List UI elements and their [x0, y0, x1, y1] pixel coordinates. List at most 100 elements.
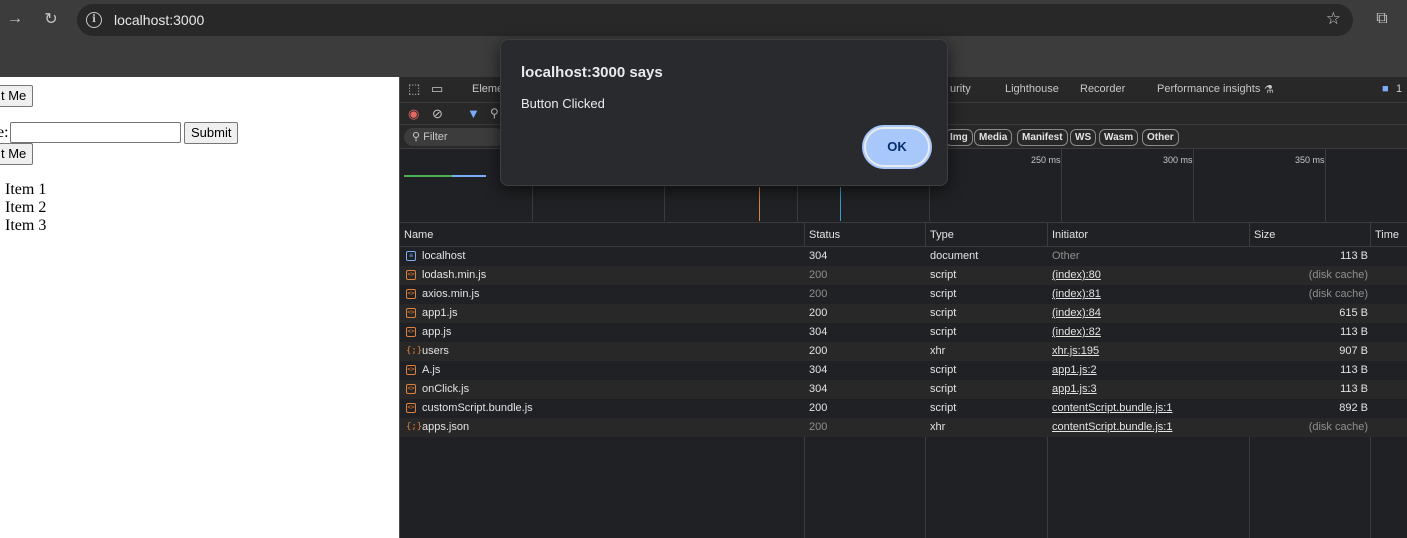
- request-initiator[interactable]: (index):80: [1052, 269, 1101, 281]
- request-initiator[interactable]: contentScript.bundle.js:1: [1052, 421, 1172, 433]
- request-initiator[interactable]: (index):81: [1052, 288, 1101, 300]
- table-row[interactable]: <> lodash.min.js 200 script (index):80 (disk …: [400, 266, 1407, 285]
- flask-icon: ⚗: [1264, 84, 1274, 96]
- url-text[interactable]: localhost:3000: [114, 12, 204, 28]
- request-name[interactable]: apps.json: [422, 421, 469, 433]
- request-name[interactable]: lodash.min.js: [422, 269, 486, 281]
- request-size: (disk cache): [1308, 269, 1368, 281]
- xhr-icon: {;}: [406, 346, 423, 356]
- col-name[interactable]: Name: [404, 229, 433, 241]
- chip-wasm[interactable]: Wasm: [1099, 129, 1139, 146]
- forward-icon[interactable]: →: [4, 8, 26, 30]
- request-name[interactable]: customScript.bundle.js: [422, 402, 533, 414]
- browser-toolbar: → ↻ i localhost:3000 ☆ ⧉: [0, 0, 1407, 40]
- request-type: xhr: [930, 421, 946, 433]
- site-info-icon[interactable]: i: [86, 12, 102, 28]
- address-bar[interactable]: i localhost:3000 ☆: [77, 4, 1353, 36]
- extensions-icon[interactable]: ⧉: [1371, 8, 1393, 30]
- click-me-button-bottom[interactable]: t Me: [0, 143, 34, 165]
- request-name[interactable]: axios.min.js: [422, 288, 479, 300]
- request-size: (disk cache): [1308, 288, 1368, 300]
- click-me-button-top[interactable]: t Me: [0, 85, 34, 107]
- record-icon[interactable]: ◉: [408, 106, 419, 122]
- tab-elements[interactable]: Eleme: [472, 83, 503, 95]
- inspect-icon[interactable]: ⬚: [408, 81, 420, 97]
- request-status: 304: [809, 326, 828, 338]
- page-viewport: t Me e: Submit t Me Item 1 Item 2 Item 3: [0, 77, 399, 538]
- table-row[interactable]: <> app1.js 200 script (index):84 615 B: [400, 304, 1407, 323]
- device-toggle-icon[interactable]: ▭: [431, 81, 443, 97]
- request-initiator[interactable]: (index):84: [1052, 307, 1101, 319]
- issues-icon[interactable]: ■: [1382, 83, 1389, 95]
- table-row[interactable]: <> onClick.js 304 script app1.js:3 113 B: [400, 380, 1407, 399]
- reload-icon[interactable]: ↻: [40, 8, 62, 30]
- bookmark-star-icon[interactable]: ☆: [1326, 9, 1341, 29]
- grid-line: [1193, 149, 1194, 221]
- col-type[interactable]: Type: [930, 229, 954, 241]
- col-initiator[interactable]: Initiator: [1052, 229, 1088, 241]
- item-list: Item 1 Item 2 Item 3: [5, 181, 46, 235]
- request-initiator[interactable]: contentScript.bundle.js:1: [1052, 402, 1172, 414]
- request-type: document: [930, 250, 979, 262]
- tab-lighthouse[interactable]: Lighthouse: [1005, 83, 1059, 95]
- col-time[interactable]: Time: [1375, 229, 1399, 241]
- grid-line: [1061, 149, 1062, 221]
- request-name[interactable]: localhost: [422, 250, 465, 262]
- table-row[interactable]: ≡ localhost 304 document Other 113 B: [400, 247, 1407, 266]
- text-input[interactable]: [10, 122, 181, 143]
- table-row[interactable]: <> axios.min.js 200 script (index):81 (disk c…: [400, 285, 1407, 304]
- chip-other[interactable]: Other: [1142, 129, 1179, 146]
- col-size[interactable]: Size: [1254, 229, 1275, 241]
- request-type: script: [930, 402, 957, 414]
- chip-ws[interactable]: WS: [1070, 129, 1097, 146]
- list-item: Item 1: [5, 181, 47, 198]
- grid-line: [1325, 149, 1326, 221]
- filter-icon[interactable]: ▼: [467, 106, 480, 121]
- request-initiator[interactable]: app1.js:3: [1052, 383, 1097, 395]
- tab-performance-insights[interactable]: Performance insights: [1157, 83, 1260, 95]
- network-table-header: Name Status Type Initiator Size Time: [400, 223, 1407, 247]
- table-row[interactable]: <> app.js 304 script (index):82 113 B: [400, 323, 1407, 342]
- request-name[interactable]: app1.js: [422, 307, 457, 319]
- table-row[interactable]: <> customScript.bundle.js 200 script content…: [400, 399, 1407, 418]
- request-status: 200: [809, 402, 828, 414]
- script-icon: <>: [406, 384, 416, 394]
- search-icon[interactable]: ⚲: [490, 106, 499, 120]
- request-size: 907 B: [1339, 345, 1368, 357]
- table-row[interactable]: <> A.js 304 script app1.js:2 113 B: [400, 361, 1407, 380]
- request-type: script: [930, 269, 957, 281]
- request-name[interactable]: app.js: [422, 326, 451, 338]
- chip-img[interactable]: Img: [945, 129, 973, 146]
- request-initiator[interactable]: (index):82: [1052, 326, 1101, 338]
- request-status: 200: [809, 269, 828, 281]
- filter-input[interactable]: ⚲ Filter: [404, 128, 504, 146]
- table-row[interactable]: {;} users 200 xhr xhr.js:195 907 B: [400, 342, 1407, 361]
- request-name[interactable]: A.js: [422, 364, 440, 376]
- script-icon: <>: [406, 289, 416, 299]
- col-status[interactable]: Status: [809, 229, 840, 241]
- tab-security[interactable]: urity: [950, 83, 971, 95]
- request-initiator[interactable]: app1.js:2: [1052, 364, 1097, 376]
- script-icon: <>: [406, 270, 416, 280]
- request-type: script: [930, 383, 957, 395]
- tab-recorder[interactable]: Recorder: [1080, 83, 1125, 95]
- clear-icon[interactable]: ⊘: [432, 106, 443, 122]
- request-name[interactable]: users: [422, 345, 449, 357]
- table-row[interactable]: {;} apps.json 200 xhr contentScript.bundle.j…: [400, 418, 1407, 437]
- request-initiator[interactable]: xhr.js:195: [1052, 345, 1099, 357]
- request-status: 304: [809, 250, 828, 262]
- script-icon: <>: [406, 403, 416, 413]
- xhr-icon: {;}: [406, 422, 423, 432]
- chip-media[interactable]: Media: [974, 129, 1013, 146]
- issues-count[interactable]: 1: [1396, 83, 1402, 95]
- tick-label: 350 ms: [1295, 155, 1325, 165]
- timeline-bar: [452, 175, 486, 177]
- filter-icon-small: ⚲: [412, 131, 424, 143]
- submit-button[interactable]: Submit: [184, 122, 239, 144]
- ok-button[interactable]: OK: [864, 127, 930, 167]
- chip-manifest[interactable]: Manifest: [1017, 129, 1068, 146]
- request-type: script: [930, 307, 957, 319]
- request-name[interactable]: onClick.js: [422, 383, 469, 395]
- timeline-marker: [759, 187, 760, 221]
- request-status: 304: [809, 364, 828, 376]
